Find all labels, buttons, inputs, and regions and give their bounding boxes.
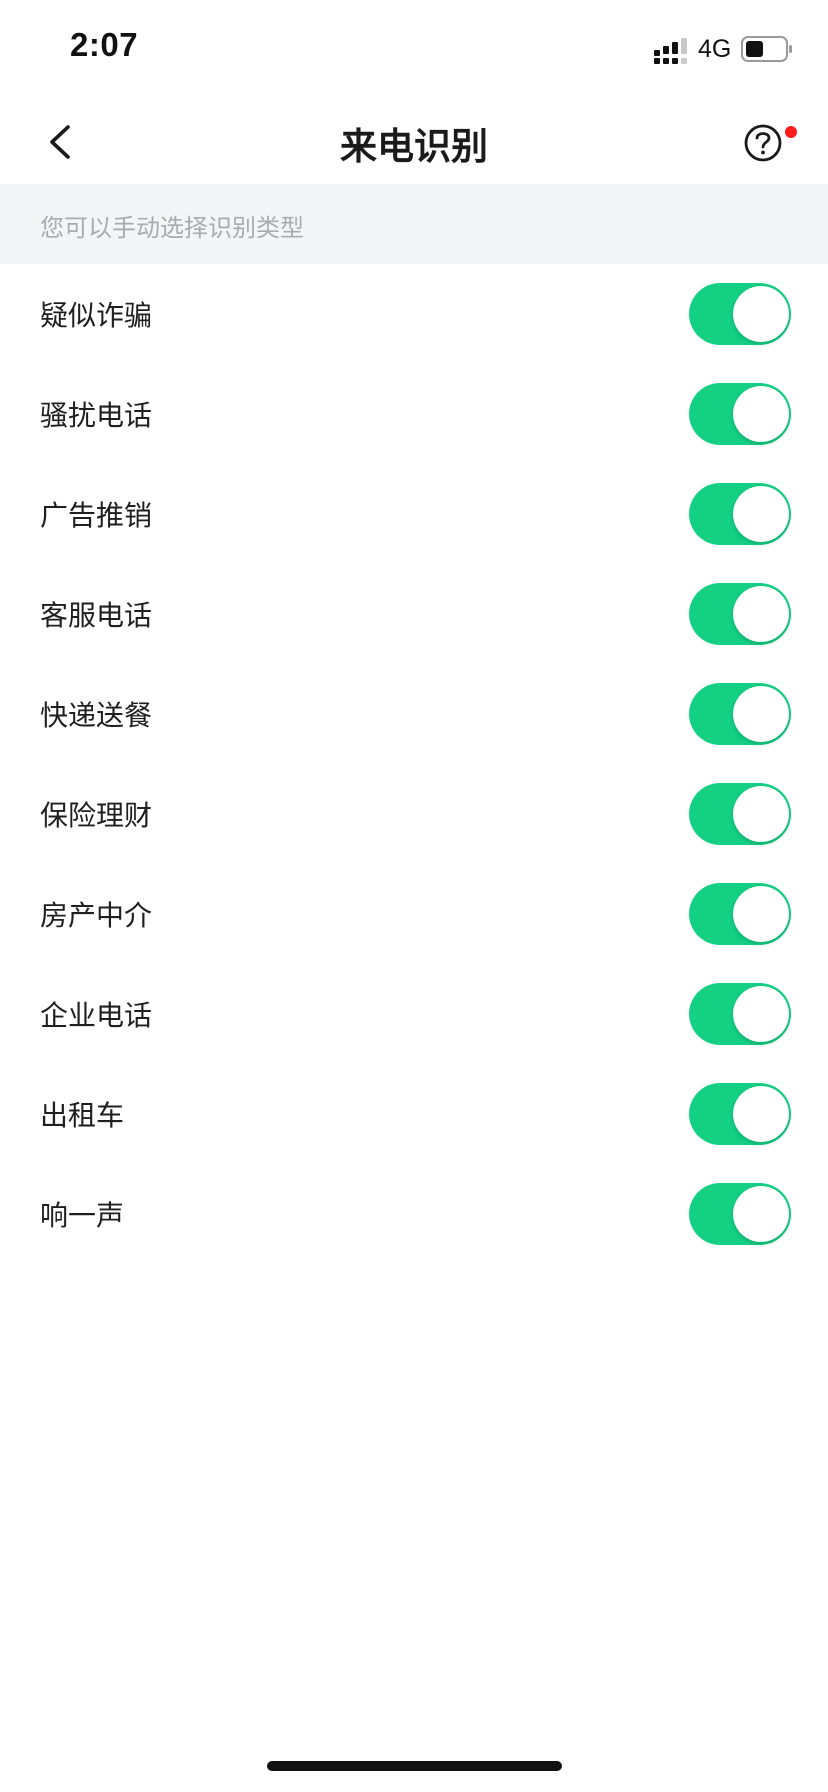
list-item: 客服电话 [0, 564, 828, 664]
status-bar: 2:07 4G [0, 0, 828, 100]
navigation-bar: 来电识别 [0, 100, 828, 184]
list-item-label: 疑似诈骗 [40, 299, 153, 332]
toggle-switch[interactable] [689, 583, 791, 645]
recognition-type-list: 疑似诈骗 骚扰电话 广告推销 客服电话 快递送餐 保险理财 房产中介 企业电话 … [0, 264, 828, 1264]
list-item: 疑似诈骗 [0, 264, 828, 364]
toggle-switch[interactable] [689, 883, 791, 945]
list-item-label: 企业电话 [40, 999, 153, 1032]
list-item: 房产中介 [0, 864, 828, 964]
notification-dot [785, 126, 797, 138]
toggle-knob [733, 386, 789, 442]
list-item-label: 出租车 [40, 1099, 125, 1132]
toggle-switch[interactable] [689, 483, 791, 545]
toggle-knob [733, 786, 789, 842]
toggle-knob [733, 586, 789, 642]
toggle-switch[interactable] [689, 1083, 791, 1145]
list-item: 广告推销 [0, 464, 828, 564]
toggle-knob [733, 1086, 789, 1142]
list-item-label: 房产中介 [40, 899, 153, 932]
page-title: 来电识别 [340, 125, 488, 168]
battery-icon [741, 36, 792, 62]
toggle-switch[interactable] [689, 783, 791, 845]
signal-strength-icon [654, 38, 687, 64]
list-item: 骚扰电话 [0, 364, 828, 464]
list-item-label: 快递送餐 [40, 699, 153, 732]
home-indicator[interactable] [267, 1761, 562, 1771]
toggle-knob [733, 886, 789, 942]
toggle-knob [733, 686, 789, 742]
toggle-switch[interactable] [689, 1183, 791, 1245]
list-item-label: 保险理财 [40, 799, 153, 832]
toggle-knob [733, 986, 789, 1042]
list-item: 企业电话 [0, 964, 828, 1064]
hint-banner: 您可以手动选择识别类型 [0, 184, 828, 264]
status-time: 2:07 [70, 26, 139, 63]
list-item-label: 骚扰电话 [40, 399, 153, 432]
hint-text: 您可以手动选择识别类型 [40, 214, 304, 242]
toggle-knob [733, 1186, 789, 1242]
toggle-knob [733, 286, 789, 342]
network-type: 4G [698, 35, 732, 63]
list-item: 快递送餐 [0, 664, 828, 764]
list-item-label: 客服电话 [40, 599, 153, 632]
toggle-switch[interactable] [689, 983, 791, 1045]
toggle-switch[interactable] [689, 283, 791, 345]
toggle-switch[interactable] [689, 683, 791, 745]
list-item-label: 响一声 [40, 1199, 125, 1232]
list-item: 出租车 [0, 1064, 828, 1164]
toggle-knob [733, 486, 789, 542]
list-item-label: 广告推销 [40, 499, 153, 532]
list-item: 保险理财 [0, 764, 828, 864]
list-item: 响一声 [0, 1164, 828, 1264]
toggle-switch[interactable] [689, 383, 791, 445]
